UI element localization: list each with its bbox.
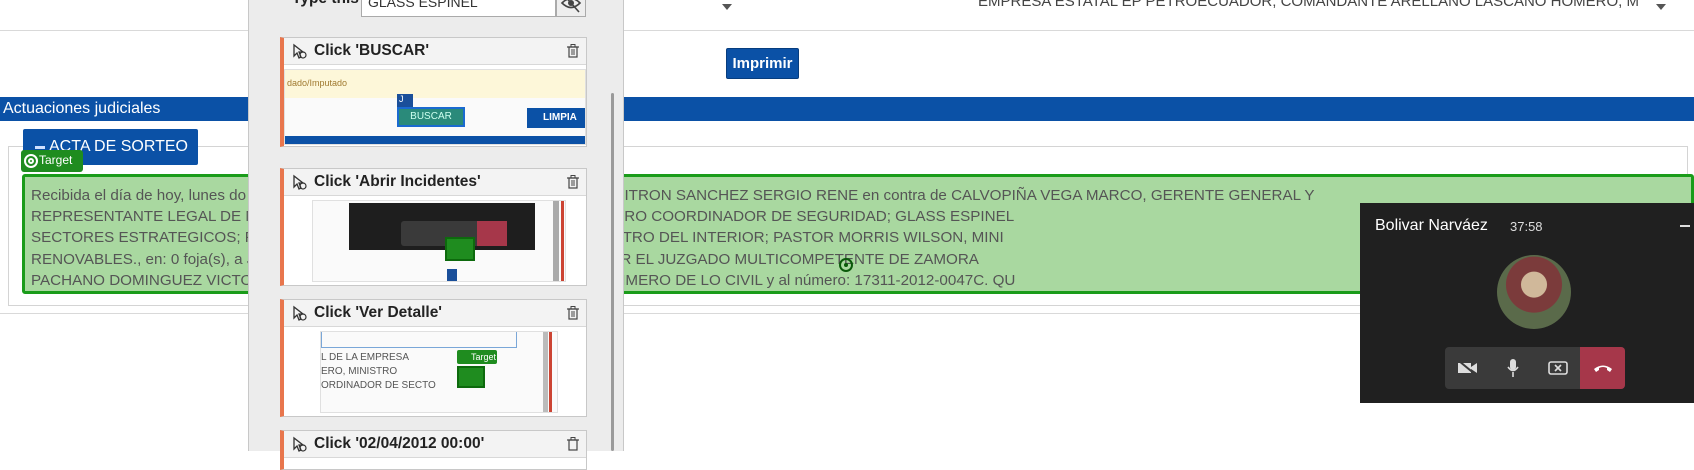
step-thumbnail: dado/Imputado J BUSCAR LIMPIA [284,69,586,145]
trash-icon[interactable] [567,306,579,320]
print-button[interactable]: Imprimir [726,48,799,79]
click-icon [290,174,308,190]
target-badge-label: Target [39,153,73,167]
step-header: Click '02/04/2012 00:00' [284,431,586,458]
click-icon [290,305,308,321]
thumb-breadcrumb: dado/Imputado [287,78,348,88]
type-step-label: Type this [292,0,359,8]
end-call-icon[interactable] [1580,347,1625,389]
thumb-target-badge: Target [457,350,497,364]
step-header: Click 'BUSCAR' [284,38,586,65]
call-controls [1445,347,1625,389]
screen-share-icon[interactable] [1535,347,1580,389]
thumb-limpiar-button: LIMPIA [527,108,585,128]
step-thumbnail [312,200,566,282]
minimize-icon[interactable] [1680,225,1690,227]
click-icon [290,436,308,452]
crosshair-icon [839,258,853,272]
trash-icon[interactable] [567,44,579,58]
type-step-input[interactable]: GLASS ESPINEL [361,0,556,17]
top-select-value[interactable]: EMPRESA ESTATAL EP PETROECUADOR; COMANDA… [978,0,1638,31]
video-off-icon[interactable] [1445,347,1490,389]
thumb-marker: J [397,94,413,108]
thumb-text-line: ORDINADOR DE SECTO [321,380,436,391]
video-call-window[interactable]: Bolivar Narváez 37:58 [1360,203,1694,403]
step-label: Click '02/04/2012 00:00' [314,435,485,452]
click-icon [290,43,308,59]
step-header: Click 'Abrir Incidentes' [284,169,586,196]
target-icon [24,154,38,168]
chevron-down-icon[interactable] [1656,4,1666,10]
target-badge: Target [21,150,83,172]
step-thumbnail: L DE LA EMPRESA ERO, MINISTRO ORDINADOR … [320,331,558,413]
recorder-step[interactable]: Click 'BUSCAR' dado/Imputado J BUSCAR LI… [280,37,587,147]
recorder-panel: Type this GLASS ESPINEL Click 'BUSCAR' d… [248,0,624,470]
recorder-step[interactable]: Click 'Abrir Incidentes' [280,168,587,286]
collapse-icon [35,145,45,149]
step-label: Click 'BUSCAR' [314,42,430,59]
step-header: Click 'Ver Detalle' [284,300,586,327]
recorder-step[interactable]: Click 'Ver Detalle' L DE LA EMPRESA ERO,… [280,299,587,417]
thumb-text-line: L DE LA EMPRESA [321,352,409,363]
mic-icon[interactable] [1490,347,1535,389]
thumb-text-line: ERO, MINISTRO [321,366,398,377]
caller-name: Bolivar Narváez [1375,217,1488,234]
step-label: Click 'Ver Detalle' [314,304,442,321]
step-label: Click 'Abrir Incidentes' [314,173,481,190]
trash-icon[interactable] [567,437,579,451]
recorder-scrollbar[interactable] [611,93,614,451]
thumb-buscar-button: BUSCAR [397,107,465,127]
trash-icon[interactable] [567,175,579,189]
call-duration: 37:58 [1510,219,1543,234]
chevron-down-icon[interactable] [722,4,732,10]
avatar [1497,255,1571,329]
eye-off-icon[interactable] [556,0,586,17]
recorder-step[interactable]: Click '02/04/2012 00:00' [280,430,587,470]
